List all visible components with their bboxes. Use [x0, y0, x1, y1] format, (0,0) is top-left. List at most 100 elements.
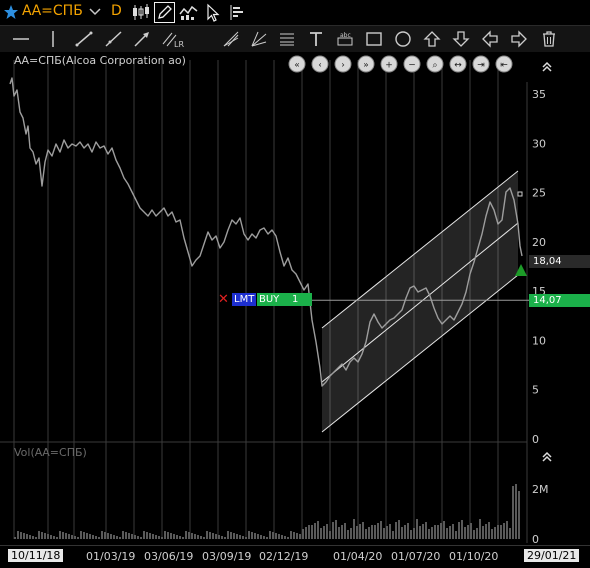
cancel-order-icon[interactable]: ✕: [218, 292, 229, 307]
volume-bar: [251, 532, 253, 539]
date-axis: 10/11/18 01/03/19 03/06/19 03/09/19 02/1…: [0, 545, 590, 568]
volume-bar: [167, 532, 169, 539]
volume-bar: [224, 537, 226, 539]
candles-icon[interactable]: [131, 3, 150, 22]
interval-selector[interactable]: D: [111, 3, 122, 19]
volume-bar: [152, 534, 154, 539]
dual-chart-icon[interactable]: [179, 3, 198, 22]
vertical-line-icon[interactable]: [44, 30, 62, 48]
volume-bar: [239, 535, 241, 539]
volume-bar: [173, 534, 175, 539]
chart-panel[interactable]: 35 30 25 20 15 10 5 0 2M 0 АА=СПБ(Alcoa Corporati…: [0, 52, 590, 543]
volume-bar: [347, 530, 349, 539]
label-icon[interactable]: abc: [336, 30, 354, 48]
svg-text:›: ›: [341, 61, 345, 71]
arrow-up-icon[interactable]: [423, 30, 441, 48]
ray-icon[interactable]: [104, 30, 122, 48]
fibonacci-fan-icon[interactable]: [222, 30, 240, 48]
volume-bar: [209, 532, 211, 539]
volume-bar: [161, 537, 163, 539]
volume-bar: [476, 528, 478, 539]
volume-bar: [248, 531, 250, 539]
linear-regression-icon[interactable]: LR: [162, 30, 186, 48]
arrow-line-icon[interactable]: [133, 30, 151, 48]
arrow-left-icon[interactable]: [481, 30, 499, 48]
trash-icon[interactable]: [540, 30, 558, 48]
fit-icon[interactable]: ⇤: [495, 55, 513, 73]
chevron-down-icon[interactable]: [89, 7, 101, 17]
prev-icon[interactable]: ‹: [311, 55, 329, 73]
text-icon[interactable]: [307, 30, 325, 48]
ellipse-icon[interactable]: [394, 30, 412, 48]
order-book-icon[interactable]: [227, 3, 246, 22]
volume-bar: [419, 526, 421, 539]
next-icon[interactable]: ›: [334, 55, 352, 73]
volume-bar: [275, 533, 277, 539]
volume-bar: [455, 531, 457, 539]
search-icon[interactable]: ⌕: [426, 55, 444, 73]
fibonacci-levels-icon[interactable]: [278, 30, 296, 48]
volume-bar: [191, 533, 193, 539]
zoom-in-icon[interactable]: +: [380, 55, 398, 73]
date-axis-label: 03/06/19: [144, 550, 194, 563]
volume-bar: [452, 524, 454, 539]
volume-bar: [29, 535, 31, 539]
volume-bar: [179, 536, 181, 539]
svg-text:LR: LR: [174, 40, 184, 48]
volume-bar: [254, 533, 256, 539]
volume-bar: [335, 520, 337, 539]
volume-bar: [500, 525, 502, 539]
last-icon[interactable]: »: [357, 55, 375, 73]
arrow-right-icon[interactable]: [510, 30, 528, 48]
volume-bar: [89, 534, 91, 539]
volume-bar: [59, 531, 61, 539]
volume-bar: [269, 531, 271, 539]
arrow-down-icon[interactable]: [452, 30, 470, 48]
gann-fan-icon[interactable]: [250, 30, 268, 48]
regression-channel: [322, 171, 518, 432]
volume-bar: [317, 521, 319, 539]
volume-bar: [383, 528, 385, 539]
volume-bar: [353, 519, 355, 539]
volume-bar: [431, 527, 433, 539]
volume-bar: [278, 534, 280, 539]
horizontal-line-icon[interactable]: [12, 30, 30, 48]
star-icon[interactable]: [3, 4, 19, 20]
volume-bar: [230, 532, 232, 539]
channel-middle-line: [321, 222, 519, 383]
ticker-symbol[interactable]: АА=СПБ: [22, 3, 83, 19]
rectangle-icon[interactable]: [365, 30, 383, 48]
cursor-icon[interactable]: [203, 3, 222, 22]
order-quantity[interactable]: 1: [280, 293, 312, 306]
svg-text:⌕: ⌕: [432, 61, 437, 71]
volume-bar: [308, 525, 310, 539]
volume-bar: [206, 531, 208, 539]
date-axis-label: 02/12/19: [259, 550, 309, 563]
volume-bar: [446, 528, 448, 539]
volume-bar: [314, 523, 316, 539]
volume-bar: [233, 533, 235, 539]
volume-bar: [443, 521, 445, 539]
volume-bar: [410, 530, 412, 539]
volume-bar: [116, 536, 118, 539]
trend-line-icon[interactable]: [75, 30, 93, 48]
shrink-icon[interactable]: ⇥: [472, 55, 490, 73]
order-type-badge[interactable]: LMT: [232, 293, 257, 306]
volume-bar: [38, 531, 40, 539]
order-side-badge[interactable]: BUY: [257, 293, 282, 306]
volume-bar: [170, 533, 172, 539]
volume-bar: [176, 535, 178, 539]
date-axis-start: 10/11/18: [8, 549, 64, 562]
zoom-out-icon[interactable]: −: [403, 55, 421, 73]
first-icon[interactable]: «: [288, 55, 306, 73]
volume-bar: [449, 526, 451, 539]
expand-icon[interactable]: ↔: [449, 55, 467, 73]
volume-bar: [236, 534, 238, 539]
volume-bar: [227, 531, 229, 539]
volume-bar: [68, 534, 70, 539]
pencil-icon[interactable]: [154, 2, 175, 23]
date-axis-label: 01/04/20: [333, 550, 383, 563]
order-price-tag: 14,07: [529, 294, 590, 307]
volume-bar: [83, 532, 85, 539]
volume-bar: [203, 537, 205, 539]
